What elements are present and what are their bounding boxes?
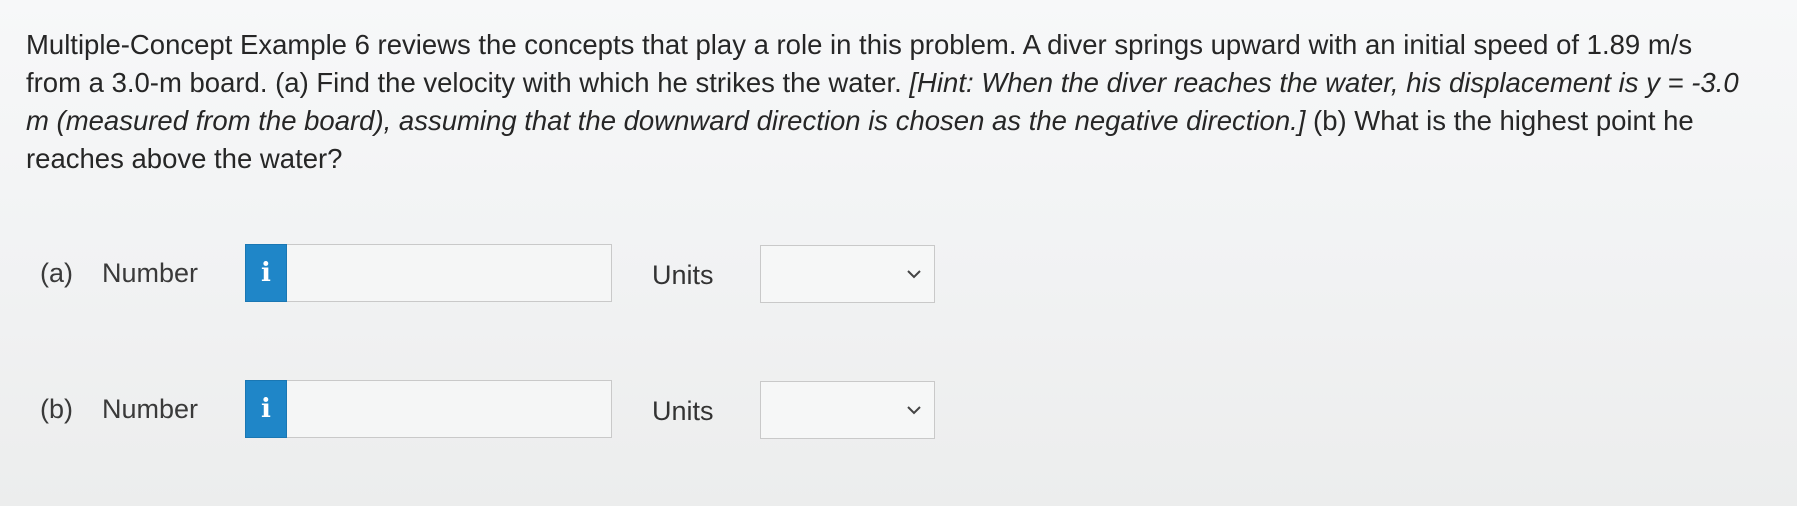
number-input-b[interactable] bbox=[287, 380, 612, 438]
chevron-down-icon bbox=[907, 270, 921, 279]
number-label-b: Number bbox=[102, 394, 199, 424]
units-dropdown-b[interactable] bbox=[760, 381, 935, 439]
units-label-b: Units bbox=[652, 396, 714, 426]
answer-row-b: (b) Number i Units bbox=[36, 379, 956, 439]
info-button-b[interactable]: i bbox=[245, 380, 287, 438]
number-label-a: Number bbox=[102, 258, 199, 288]
info-icon: i bbox=[261, 394, 271, 424]
part-letter-a: (a) bbox=[40, 258, 73, 288]
chevron-down-icon bbox=[907, 406, 921, 415]
number-input-a[interactable] bbox=[287, 244, 612, 302]
answer-row-a: (a) Number i Units bbox=[36, 243, 956, 303]
info-icon: i bbox=[261, 258, 271, 288]
question-text: Multiple-Concept Example 6 reviews the c… bbox=[26, 26, 1746, 178]
info-button-a[interactable]: i bbox=[245, 244, 287, 302]
units-label-a: Units bbox=[652, 260, 714, 290]
units-dropdown-a[interactable] bbox=[760, 245, 935, 303]
part-letter-b: (b) bbox=[40, 394, 73, 424]
